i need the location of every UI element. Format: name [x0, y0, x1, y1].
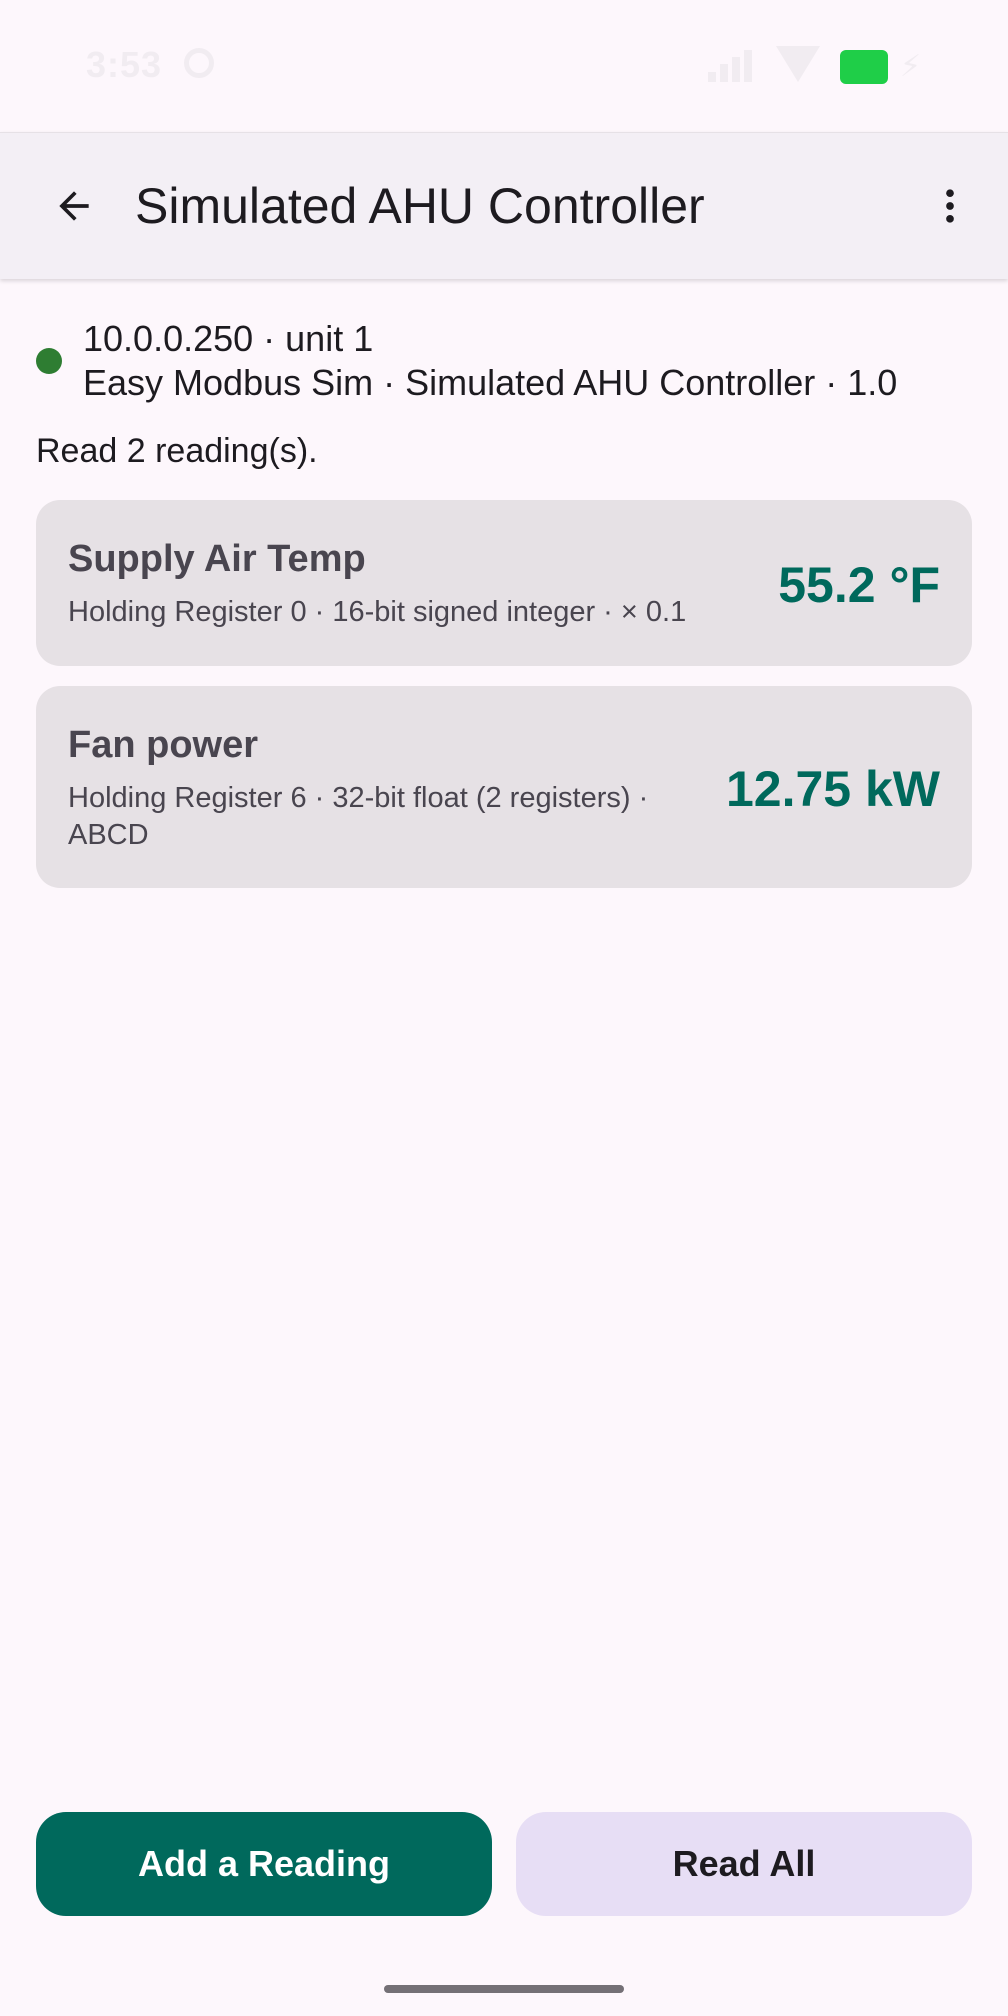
more-vert-icon — [946, 189, 954, 223]
reading-value: 12.75 kW — [725, 761, 940, 817]
read-summary: Read 2 reading(s). — [36, 432, 318, 470]
more-options-button[interactable] — [902, 158, 998, 254]
reading-description: Holding Register 0 · 16-bit signed integ… — [68, 596, 687, 628]
reading-card[interactable]: Fan power Holding Register 6 · 32-bit fl… — [36, 686, 972, 888]
device-address: 10.0.0.250 · unit 1 — [83, 318, 374, 359]
top-app-bar: Simulated AHU Controller — [0, 132, 1008, 279]
battery-icon — [840, 50, 888, 84]
arrow-back-icon — [59, 191, 89, 221]
read-all-button[interactable]: Read All — [516, 1812, 972, 1916]
back-button[interactable] — [26, 158, 122, 254]
connection-status-dot — [36, 348, 62, 374]
status-time: 3:53 — [86, 44, 163, 85]
page-title: Simulated AHU Controller — [135, 178, 705, 234]
add-reading-button[interactable]: Add a Reading — [36, 1812, 492, 1916]
reading-value: 55.2 °F — [778, 557, 940, 613]
wifi-icon — [776, 46, 820, 82]
reading-name: Supply Air Temp — [68, 538, 366, 580]
charging-bolt-icon: ⚡ — [900, 50, 922, 83]
reading-name: Fan power — [68, 724, 259, 766]
device-identity: Easy Modbus Sim · Simulated AHU Controll… — [83, 362, 898, 403]
home-indicator[interactable] — [384, 1985, 624, 1993]
status-bar: 3:53 ⚡ — [0, 0, 1008, 132]
reading-card[interactable]: Supply Air Temp Holding Register 0 · 16-… — [36, 500, 972, 666]
at-sign-icon — [184, 48, 214, 78]
cellular-signal-icon — [708, 50, 756, 82]
reading-description: Holding Register 6 · 32-bit float (2 reg… — [68, 782, 649, 851]
